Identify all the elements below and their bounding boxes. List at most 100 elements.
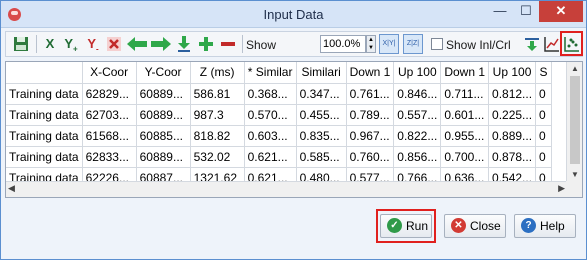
table-cell[interactable]: 0.368...	[244, 83, 297, 105]
table-cell[interactable]: 0.889...	[488, 125, 537, 147]
arrow-down-bar-icon	[178, 36, 190, 52]
show-inl-crl-checkbox[interactable]	[431, 38, 443, 50]
table-cell[interactable]: 0.225...	[488, 104, 537, 126]
delete-button[interactable]	[106, 34, 122, 54]
import-button[interactable]	[524, 34, 540, 54]
table-cell[interactable]: 0.835...	[296, 125, 347, 147]
scroll-corner	[566, 181, 582, 197]
table-cell[interactable]: 0.621...	[244, 146, 297, 168]
table-cell[interactable]: 586.81	[190, 83, 245, 105]
table-cell[interactable]: 62703...	[82, 104, 137, 126]
table-cell[interactable]: 60889...	[136, 83, 191, 105]
table-cell[interactable]: 0.570...	[244, 104, 297, 126]
z-columns-button[interactable]: Z|Z|	[403, 34, 423, 54]
plus-icon	[199, 37, 213, 51]
table-cell[interactable]: 0	[535, 104, 553, 126]
show-inl-crl-label: Show Inl/Crl	[446, 38, 511, 52]
help-label: Help	[540, 219, 565, 233]
help-button[interactable]: ? Help	[514, 214, 576, 238]
header-cell-similar[interactable]: * Similar	[244, 62, 297, 84]
header-cell-z-ms[interactable]: Z (ms)	[190, 62, 245, 84]
vertical-scrollbar[interactable]: ▲ ▼	[566, 62, 582, 182]
y-minus-button[interactable]: Y-	[84, 34, 102, 54]
table-cell[interactable]: 0.812...	[488, 83, 537, 105]
chart-line-icon	[544, 37, 559, 52]
move-down-button[interactable]	[176, 34, 192, 54]
table-cell[interactable]: 0.603...	[244, 125, 297, 147]
header-cell-s[interactable]: S	[535, 62, 553, 84]
table-cell[interactable]: 0.761...	[346, 83, 395, 105]
vertical-scroll-thumb[interactable]	[570, 76, 580, 164]
arrow-right-icon	[151, 37, 171, 51]
horizontal-scrollbar[interactable]: ◀ ▶	[6, 181, 567, 197]
toolbar-separator	[242, 35, 243, 53]
table-cell[interactable]: 62833...	[82, 146, 137, 168]
header-cell-y-coor[interactable]: Y-Coor	[136, 62, 191, 84]
xy-columns-button[interactable]: X|Y|	[379, 34, 399, 54]
delete-icon	[107, 37, 121, 51]
table-cell[interactable]: 60885...	[136, 125, 191, 147]
table-cell[interactable]: 61568...	[82, 125, 137, 147]
move-right-button[interactable]	[150, 34, 172, 54]
maximize-button[interactable]: ☐	[513, 1, 539, 22]
table-cell[interactable]: 0.856...	[393, 146, 442, 168]
import-icon	[525, 38, 539, 51]
chart-button[interactable]	[544, 34, 560, 54]
close-window-button[interactable]: ✕	[539, 1, 583, 22]
row-label: Training data	[6, 146, 83, 168]
header-cell-down-1b[interactable]: Down 1	[440, 62, 490, 84]
header-cell-similari[interactable]: Similari	[296, 62, 347, 84]
table-row[interactable]: Training data 62829... 60889... 586.81 0…	[6, 83, 553, 105]
table-cell[interactable]: 0	[535, 125, 553, 147]
scroll-up-icon[interactable]: ▲	[567, 62, 582, 76]
row-label: Training data	[6, 83, 83, 105]
table-cell[interactable]: 0.955...	[440, 125, 490, 147]
header-cell-row-label	[6, 62, 83, 84]
table-cell[interactable]: 0.455...	[296, 104, 347, 126]
scroll-down-icon[interactable]: ▼	[567, 168, 582, 182]
table-row[interactable]: Training data 61568... 60885... 818.82 0…	[6, 125, 553, 147]
close-button[interactable]: ✕ Close	[444, 214, 506, 238]
table-cell[interactable]: 0.601...	[440, 104, 490, 126]
toolbar-separator	[36, 35, 37, 53]
table-cell[interactable]: 0	[535, 146, 553, 168]
table-cell[interactable]: 0.585...	[296, 146, 347, 168]
header-cell-up-100[interactable]: Up 100	[393, 62, 442, 84]
remove-row-button[interactable]	[220, 34, 236, 54]
table-cell[interactable]: 0.822...	[393, 125, 442, 147]
table-cell[interactable]: 0.347...	[296, 83, 347, 105]
table-cell[interactable]: 0.846...	[393, 83, 442, 105]
header-cell-x-coor[interactable]: X-Coor	[82, 62, 137, 84]
table-row[interactable]: Training data 62703... 60889... 987.3 0.…	[6, 104, 553, 126]
save-button[interactable]	[12, 34, 30, 54]
table-cell[interactable]: 0.557...	[393, 104, 442, 126]
table-cell[interactable]: 0.760...	[346, 146, 395, 168]
move-left-button[interactable]	[126, 34, 148, 54]
header-cell-up-100b[interactable]: Up 100	[488, 62, 537, 84]
table-cell[interactable]: 532.02	[190, 146, 245, 168]
scroll-left-icon[interactable]: ◀	[8, 183, 15, 194]
y-plus-button[interactable]: Y+	[62, 34, 80, 54]
table-cell[interactable]: 60889...	[136, 104, 191, 126]
add-row-button[interactable]	[198, 34, 214, 54]
table-cell[interactable]: 0.878...	[488, 146, 537, 168]
table-cell[interactable]: 0.700...	[440, 146, 490, 168]
header-row: X-Coor Y-Coor Z (ms) * Similar Similari …	[6, 62, 553, 84]
data-grid: X-Coor Y-Coor Z (ms) * Similar Similari …	[5, 61, 583, 198]
table-row[interactable]: Training data 62833... 60889... 532.02 0…	[6, 146, 553, 168]
table-cell[interactable]: 0.789...	[346, 104, 395, 126]
header-cell-down-1[interactable]: Down 1	[346, 62, 395, 84]
table-cell[interactable]: 0.967...	[346, 125, 395, 147]
table-cell[interactable]: 818.82	[190, 125, 245, 147]
zoom-input[interactable]: 100.0%	[320, 35, 366, 53]
table-cell[interactable]: 0.711...	[440, 83, 490, 105]
table-cell[interactable]: 62829...	[82, 83, 137, 105]
zoom-spinner[interactable]: ▲ ▼	[366, 35, 376, 53]
run-button[interactable]: ✓ Run	[380, 214, 432, 238]
table-cell[interactable]: 0	[535, 83, 553, 105]
scroll-right-icon[interactable]: ▶	[558, 183, 565, 194]
table-cell[interactable]: 60889...	[136, 146, 191, 168]
x-axis-button[interactable]: X	[42, 34, 58, 54]
minimize-button[interactable]: —	[487, 1, 513, 22]
table-cell[interactable]: 987.3	[190, 104, 245, 126]
